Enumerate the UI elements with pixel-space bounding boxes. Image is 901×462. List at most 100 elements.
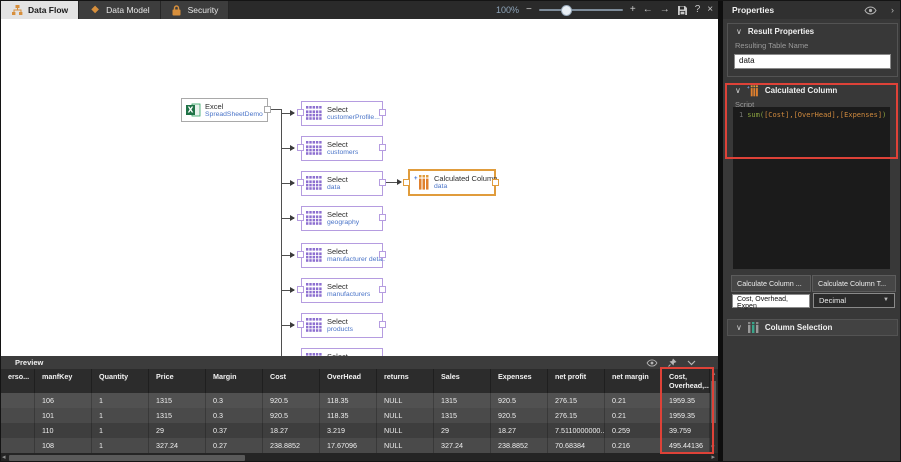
zoom-slider-thumb[interactable] bbox=[561, 5, 572, 16]
calculate-column-type-header[interactable]: Calculate Column T... bbox=[812, 275, 896, 292]
select-output-port[interactable] bbox=[379, 179, 386, 186]
node-subtitle: data bbox=[327, 184, 348, 192]
table-cell: 39.759 bbox=[662, 423, 710, 438]
column-header[interactable]: erso... bbox=[1, 369, 35, 393]
select-input-port[interactable] bbox=[297, 109, 304, 116]
preview-title: Preview bbox=[15, 358, 646, 367]
select-input-port[interactable] bbox=[297, 321, 304, 328]
zoom-in-button[interactable]: + bbox=[630, 1, 636, 19]
table-cell: 0.3 bbox=[206, 408, 263, 423]
visibility-eye-icon[interactable] bbox=[864, 6, 877, 15]
table-cell: 238.8852 bbox=[491, 438, 548, 453]
preview-eye-icon[interactable] bbox=[646, 359, 658, 367]
collapse-panel-icon[interactable]: › bbox=[891, 5, 894, 15]
table-cell: 70.68384 bbox=[548, 438, 605, 453]
help-button[interactable]: ? bbox=[695, 1, 701, 19]
select-input-port[interactable] bbox=[297, 144, 304, 151]
calc-input-port[interactable] bbox=[403, 179, 410, 186]
scroll-up-icon[interactable]: ▴ bbox=[710, 369, 717, 379]
node-title: Select bbox=[327, 247, 385, 256]
select-output-port[interactable] bbox=[379, 251, 386, 258]
column-header[interactable]: net profit bbox=[548, 369, 605, 393]
tab-security[interactable]: Security bbox=[161, 1, 230, 19]
table-row[interactable]: 106113150.3920.5118.35NULL1315920.5276.1… bbox=[1, 393, 710, 408]
data-flow-canvas[interactable]: X Excel SpreadSheetDemo I... + Calculate… bbox=[1, 19, 718, 356]
select-input-port[interactable] bbox=[297, 286, 304, 293]
zoom-slider[interactable] bbox=[539, 9, 623, 11]
redo-button[interactable]: → bbox=[660, 1, 670, 19]
column-header[interactable]: Margin bbox=[206, 369, 263, 393]
resulting-table-name-input[interactable]: data bbox=[734, 54, 891, 69]
column-header[interactable]: manfKey bbox=[35, 369, 92, 393]
script-editor[interactable]: 1sum([Cost],[OverHead],[Expenses]) bbox=[733, 107, 890, 269]
table-row[interactable]: 1081327.240.27238.885217.67096NULL327.24… bbox=[1, 438, 710, 453]
select-input-port[interactable] bbox=[297, 214, 304, 221]
wire-arrow bbox=[290, 215, 295, 221]
table-cell: 1959.35 bbox=[662, 393, 710, 408]
select-output-port[interactable] bbox=[379, 109, 386, 116]
preview-vertical-scrollbar[interactable]: ▴ ▾ bbox=[710, 369, 717, 453]
preview-table-header: erso...manfKeyQuantityPriceMarginCostOve… bbox=[1, 369, 710, 393]
calculate-column-name-input[interactable]: Cost, Overhead, Expen bbox=[732, 294, 810, 308]
scroll-down-icon[interactable]: ▾ bbox=[711, 443, 715, 453]
zoom-out-button[interactable]: − bbox=[526, 1, 532, 19]
close-button[interactable]: × bbox=[707, 1, 713, 19]
column-header[interactable]: Expenses bbox=[491, 369, 548, 393]
calculated-column-icon: + bbox=[747, 85, 759, 97]
select-node-customers[interactable]: Select customers bbox=[301, 136, 383, 161]
column-header[interactable]: Quantity bbox=[92, 369, 149, 393]
table-cell: 18.27 bbox=[491, 423, 548, 438]
select-output-port[interactable] bbox=[379, 214, 386, 221]
calculated-column-node[interactable]: + Calculated Column data bbox=[408, 169, 496, 196]
preview-horizontal-scrollbar[interactable]: ◂ ▸ bbox=[1, 453, 718, 462]
node-title: Calculated Column bbox=[434, 174, 497, 183]
calculate-column-name-header[interactable]: Calculate Column ... bbox=[731, 275, 811, 292]
select-node-manufacturerdeta[interactable]: Select manufacturer deta... bbox=[301, 243, 383, 268]
table-cell: NULL bbox=[377, 393, 434, 408]
save-icon[interactable] bbox=[677, 5, 688, 16]
select-output-port[interactable] bbox=[379, 321, 386, 328]
scrollbar-thumb[interactable] bbox=[9, 455, 245, 461]
preview-pin-icon[interactable] bbox=[668, 358, 677, 367]
preview-collapse-icon[interactable] bbox=[687, 360, 696, 366]
calculated-column-header[interactable]: ∨ + Calculated Column bbox=[727, 83, 898, 98]
table-cell: 0.37 bbox=[206, 423, 263, 438]
result-properties-header[interactable]: ∨ Result Properties bbox=[728, 24, 897, 39]
excel-output-port[interactable] bbox=[264, 106, 271, 113]
column-header[interactable]: Cost, Overhead,... bbox=[662, 369, 710, 393]
scrollbar-thumb[interactable] bbox=[711, 381, 716, 423]
select-node-geography[interactable]: Select geography bbox=[301, 206, 383, 231]
select-input-port[interactable] bbox=[297, 179, 304, 186]
select-node-products[interactable]: Select products bbox=[301, 313, 383, 338]
properties-title: Properties bbox=[732, 5, 864, 15]
select-output-port[interactable] bbox=[379, 286, 386, 293]
tab-data-flow[interactable]: Data Flow bbox=[1, 1, 79, 19]
column-selection-header[interactable]: ∨ Column Selection bbox=[728, 320, 897, 335]
select-node-data[interactable]: Select data bbox=[301, 171, 383, 196]
table-cell: 7.5110000000... bbox=[548, 423, 605, 438]
scroll-left-icon[interactable]: ◂ bbox=[2, 453, 6, 462]
table-row[interactable]: 101113150.3920.5118.35NULL1315920.5276.1… bbox=[1, 408, 710, 423]
column-type-dropdown[interactable]: Decimal ▼ bbox=[813, 293, 895, 308]
select-input-port[interactable] bbox=[297, 251, 304, 258]
table-cell: 1315 bbox=[149, 393, 206, 408]
column-header[interactable]: Sales bbox=[434, 369, 491, 393]
select-node-customerProfile[interactable]: Select customerProfile... bbox=[301, 101, 383, 126]
node-subtitle: SpreadSheetDemo I... bbox=[205, 111, 263, 119]
select-output-port[interactable] bbox=[379, 144, 386, 151]
column-header[interactable]: Price bbox=[149, 369, 206, 393]
tab-data-model[interactable]: ◆ Data Model bbox=[79, 1, 160, 19]
scroll-right-icon[interactable]: ▸ bbox=[711, 453, 715, 462]
column-header[interactable]: net margin bbox=[605, 369, 662, 393]
select-node-manufacturers[interactable]: Select manufacturers bbox=[301, 278, 383, 303]
code-close: ) bbox=[882, 111, 886, 119]
excel-source-node[interactable]: X Excel SpreadSheetDemo I... bbox=[181, 98, 268, 122]
calc-output-port[interactable] bbox=[492, 179, 499, 186]
undo-button[interactable]: ← bbox=[643, 1, 653, 19]
section-title: Calculated Column bbox=[765, 86, 837, 95]
table-row[interactable]: 1101290.3718.273.219NULL2918.277.5110000… bbox=[1, 423, 710, 438]
select-node-promotions[interactable]: Select promotions bbox=[301, 348, 383, 356]
column-header[interactable]: returns bbox=[377, 369, 434, 393]
column-header[interactable]: Cost bbox=[263, 369, 320, 393]
column-header[interactable]: OverHead bbox=[320, 369, 377, 393]
